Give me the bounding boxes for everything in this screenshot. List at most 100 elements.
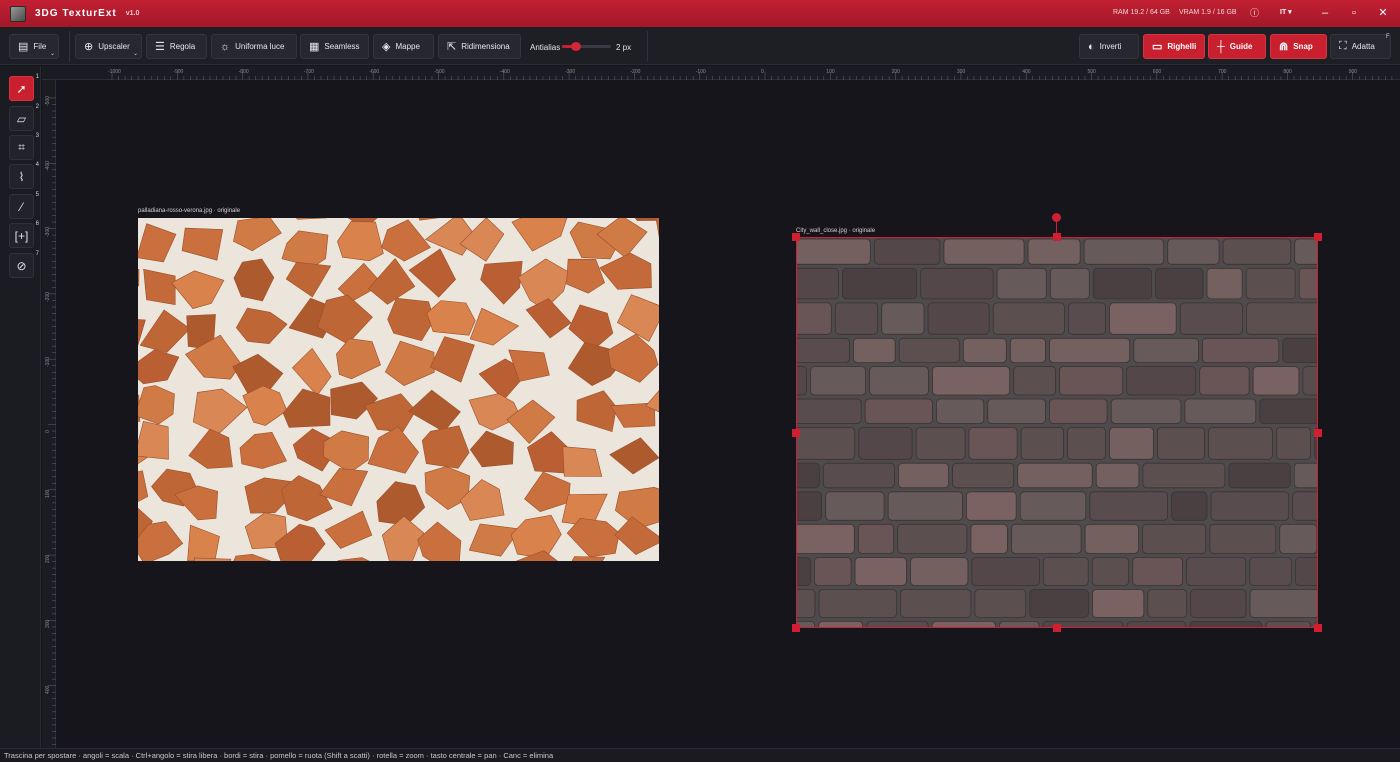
resize-icon: ⇱: [447, 41, 457, 53]
ruler-label: -1000: [108, 69, 121, 75]
minimize-button[interactable]: –: [1313, 4, 1337, 22]
regola-label: Regola: [169, 42, 196, 51]
seamless-label: Seamless: [324, 42, 360, 51]
stone-chip: [429, 336, 475, 383]
upscaler-label: Upscaler: [98, 42, 130, 51]
ruler-label: -200: [630, 69, 641, 75]
ruler-icon: ▭: [1152, 41, 1163, 53]
resize-handle-top[interactable]: [1053, 233, 1061, 241]
chevron-down-icon: ⌄: [49, 51, 55, 57]
main-toolbar: ▤ File ⌄ ⊕ Upscaler ⌄ ☰ Regola ☼ Uniform…: [0, 27, 1400, 65]
ruler-label: 100: [45, 489, 51, 498]
stone-chip: [421, 425, 470, 469]
stone-chip: [235, 307, 288, 345]
stone-chip: [468, 523, 521, 557]
upscaler-button[interactable]: ⊕ Upscaler ⌄: [75, 34, 142, 59]
ruler-ticks: [48, 97, 56, 745]
palladiana-texture: [138, 218, 659, 561]
ruler-label: 0: [45, 429, 51, 433]
ridimensiona-button[interactable]: ⇱ Ridimensiona: [438, 34, 521, 59]
ruler-label: 0: [761, 69, 764, 75]
warp-tool[interactable]: ⌇ 4: [9, 162, 39, 189]
close-button[interactable]: ✕: [1371, 4, 1395, 22]
inverti-button[interactable]: ◐ Inverti: [1079, 34, 1139, 59]
texture-image-palladiana[interactable]: [138, 218, 659, 561]
patch-tool[interactable]: ⊘ 7: [9, 251, 39, 278]
antialias-slider[interactable]: [562, 45, 611, 48]
ruler-label: -400: [499, 69, 510, 75]
ruler-label: -100: [695, 69, 706, 75]
snap-toggle[interactable]: ⋒ Snap: [1270, 34, 1327, 59]
regola-button[interactable]: ☰ Regola: [146, 34, 207, 59]
tiles-icon: ▦: [309, 41, 320, 53]
document-icon: ▤: [18, 41, 29, 53]
stone-chip: [171, 270, 225, 309]
resize-handle-top-right[interactable]: [1314, 233, 1322, 241]
stone-chip: [480, 260, 523, 305]
adatta-button[interactable]: ⛶ Adatta: [1330, 34, 1391, 59]
stone-chip: [138, 218, 142, 220]
mappe-button[interactable]: ◈ Mappe: [373, 34, 434, 59]
stone-chip: [192, 388, 248, 435]
stone-chip: [576, 390, 617, 432]
righelli-toggle[interactable]: ▭ Righelli: [1143, 34, 1205, 59]
ruler-label: -600: [369, 69, 380, 75]
stone-chip: [233, 218, 282, 252]
ruler-label: -200: [45, 291, 51, 302]
crop-tool[interactable]: ⌗ 3: [9, 133, 39, 160]
resize-handle-left[interactable]: [792, 429, 800, 437]
ruler-label: -800: [238, 69, 249, 75]
antialias-slider-thumb[interactable]: [571, 42, 581, 51]
info-icon[interactable]: ⓘ: [1250, 6, 1259, 19]
stone-chip: [617, 294, 659, 342]
status-bar: Trascina per spostare · angoli = scala ·…: [0, 748, 1400, 761]
tool-shortcut: 5: [35, 192, 39, 198]
maximize-button[interactable]: ▫: [1342, 4, 1366, 22]
vertical-ruler[interactable]: -500-400-300-200-1000100200300400500: [42, 80, 56, 759]
cursor-arrow-icon: ➚: [16, 81, 27, 96]
antialias-label: Antialias: [530, 43, 561, 52]
stone-chip: [291, 347, 332, 396]
tool-shortcut: 4: [35, 162, 39, 168]
image-caption: City_wall_close.jpg · originale: [796, 228, 876, 234]
stone-chip: [138, 349, 180, 385]
stone-chip: [568, 304, 614, 351]
stone-chip: [337, 557, 370, 561]
warp-icon: ⌇: [18, 169, 25, 184]
resize-handle-bottom-right[interactable]: [1314, 624, 1322, 632]
rotation-handle[interactable]: [1052, 213, 1061, 222]
antialias-value: 2 px: [616, 43, 632, 52]
fit-tool[interactable]: [+] 6: [9, 221, 39, 248]
fit-screen-icon: ⛶: [1339, 40, 1347, 52]
resize-handle-bottom-left[interactable]: [792, 624, 800, 632]
stone-chip: [381, 219, 431, 262]
tool-shortcut: 6: [35, 221, 39, 227]
stone-chip: [239, 431, 288, 469]
file-button[interactable]: ▤ File ⌄: [9, 34, 59, 59]
uniforma-luce-button[interactable]: ☼ Uniforma luce: [211, 34, 297, 59]
transform-tool[interactable]: ▱ 2: [9, 104, 39, 131]
magic-wand-tool[interactable]: ⁄ 5: [9, 192, 39, 219]
bracket-plus-icon: [+]: [14, 228, 29, 243]
sun-icon: ☼: [220, 40, 231, 53]
file-label: File: [33, 42, 47, 51]
tool-shortcut: 7: [35, 251, 39, 257]
resize-handle-right[interactable]: [1314, 429, 1322, 437]
stone-chip: [566, 517, 620, 558]
image-caption: palladiana-rosso-verona.jpg · originale: [138, 208, 241, 214]
stone-chip: [336, 338, 381, 380]
ruler-label: -400: [45, 161, 51, 172]
resize-handle-bottom[interactable]: [1053, 624, 1061, 632]
guide-toggle[interactable]: ┼ Guide: [1208, 34, 1266, 59]
ruler-label: 400: [45, 685, 51, 694]
resize-handle-top-left[interactable]: [792, 233, 800, 241]
tool-shortcut: 1: [35, 74, 39, 80]
language-selector[interactable]: IT ▾: [1280, 8, 1292, 16]
seamless-button[interactable]: ▦ Seamless: [300, 34, 369, 59]
toolbar-divider: [647, 31, 648, 62]
ruler-label: -100: [45, 357, 51, 368]
ruler-label: 700: [1218, 69, 1227, 75]
horizontal-ruler[interactable]: -1000 -900 -800 -700 -600 -500 -400 -300 -200 -10…: [42, 66, 1400, 80]
select-tool[interactable]: ➚ 1: [9, 74, 39, 101]
canvas[interactable]: palladiana-rosso-verona.jpg · originale …: [56, 80, 1400, 748]
